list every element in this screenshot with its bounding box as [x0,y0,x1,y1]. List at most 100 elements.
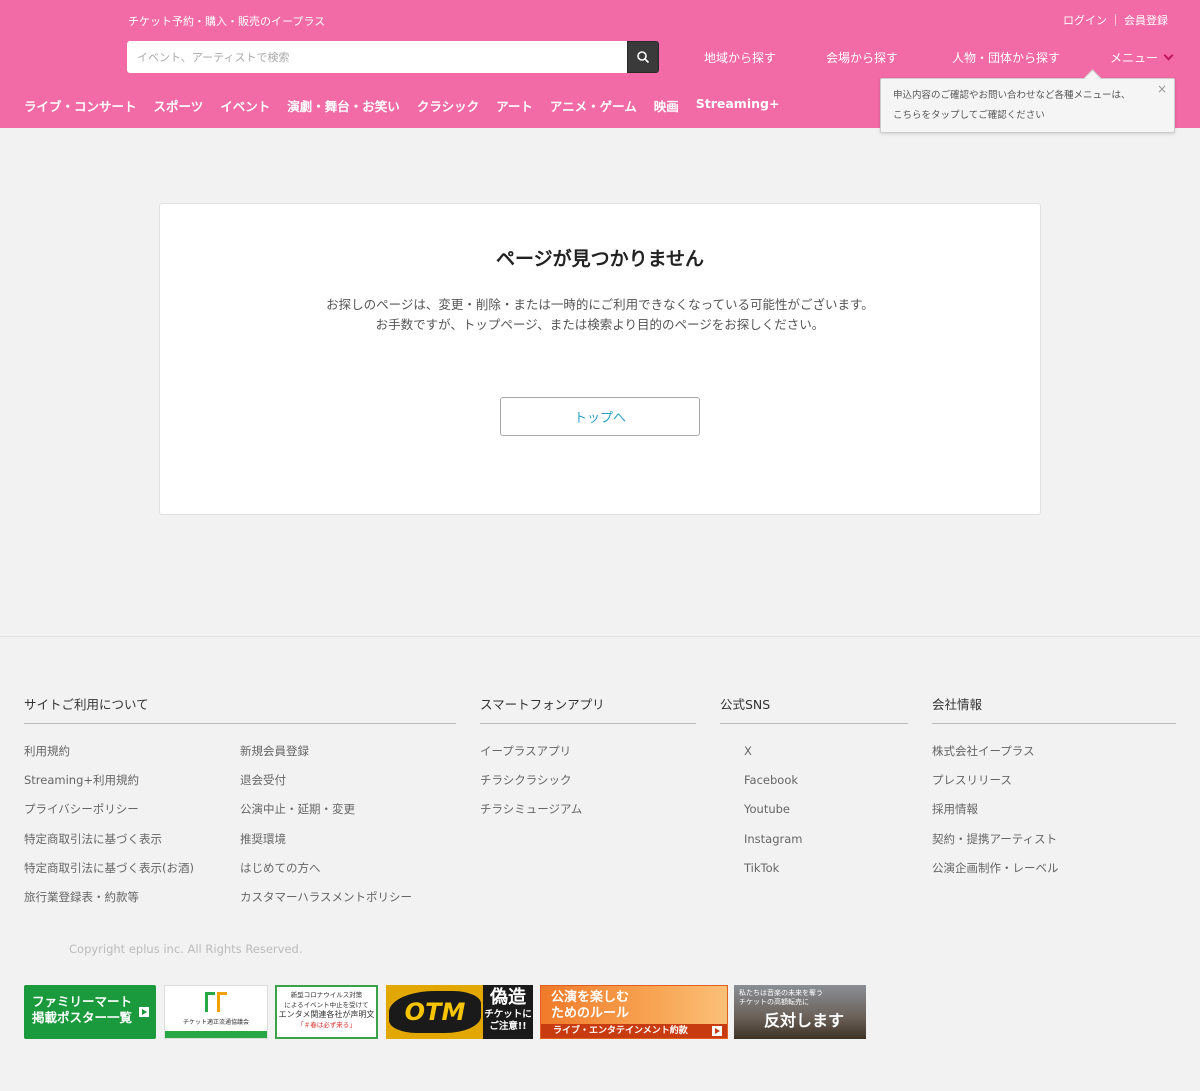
anti-resale-banner[interactable]: 私たちは音楽の未来を奪う チケットの高額転売に 反対します [734,985,866,1039]
category-classic[interactable]: クラシック [417,96,479,115]
footer-site-usage: サイトご利用について 利用規約 Streaming+利用規約 プライバシーポリシ… [24,694,456,918]
category-event[interactable]: イベント [220,96,270,115]
nav-region[interactable]: 地域から探す [704,49,776,66]
familymart-line2: 掲載ポスター一覧 [32,1010,133,1025]
footer-link-environment[interactable]: 推奨環境 [240,831,412,860]
footer-link-streaming-terms[interactable]: Streaming+利用規約 [24,772,240,801]
search-input[interactable] [127,41,627,73]
footer-link-instagram[interactable]: Instagram [744,831,908,860]
footer-heading-apps: スマートフォンアプリ [480,694,696,724]
site-usage-list-2: 新規会員登録 退会受付 公演中止・延期・変更 推奨環境 はじめての方へ カスタマ… [240,743,412,918]
footer-link-commerce-law-alcohol[interactable]: 特定商取引法に基づく表示(お酒) [24,860,240,889]
footer-heading-site-usage: サイトご利用について [24,694,456,724]
message-line1: お探しのページは、変更・削除・または一時的にご利用できなくなっている可能性がござ… [326,297,874,312]
footer-link-facebook[interactable]: Facebook [744,772,908,801]
page-title: ページが見つかりません [495,248,705,270]
footer-link-terms[interactable]: 利用規約 [24,743,240,772]
footer-link-withdraw[interactable]: 退会受付 [240,772,412,801]
otm-counterfeit-banner[interactable]: OTM 偽造 チケットに ご注意!! [386,985,533,1039]
footer-link-press[interactable]: プレスリリース [932,772,1176,801]
site-tagline[interactable]: チケット予約・購入・販売のイープラス [128,13,325,29]
nav-menu-label: メニュー [1110,51,1159,65]
chevron-down-icon [1163,50,1174,61]
apps-list: イープラスアプリ チラシクラシック チラシミュージアム [480,743,696,831]
nav-menu[interactable]: メニュー [1110,49,1174,66]
otm-small2: ご注意!! [489,1021,527,1032]
resale-line2: チケットの高額転売に [739,998,809,1006]
category-movie[interactable]: 映画 [654,96,679,115]
rules-line2: ためのルール [551,1006,630,1021]
footer-heading-company: 会社情報 [932,694,1176,724]
resale-text: 私たちは音楽の未来を奪う チケットの高額転売に [739,989,823,1007]
account-links: ログイン 会員登録 [1063,12,1168,28]
menu-tooltip: 申込内容のご確認やお問い合わせなど各種メニューは、 こちらをタップしてご確認くだ… [880,78,1175,133]
login-link[interactable]: ログイン [1063,12,1107,28]
category-nav: ライブ・コンサート スポーツ イベント 演劇・舞台・お笑い クラシック アート … [24,96,796,115]
fair-ticket-text: チケット適正流通協議会 [182,1019,249,1026]
footer-company: 会社情報 株式会社イープラス プレスリリース 採用情報 契約・提携アーティスト … [932,694,1176,889]
otm-big: 偽造 [490,987,526,1008]
not-found-card: ページが見つかりません お探しのページは、変更・削除・または一時的にご利用できな… [159,203,1041,515]
not-found-message: お探しのページは、変更・削除・または一時的にご利用できなくなっている可能性がござ… [160,295,1040,335]
search-bar [127,41,659,73]
company-list: 株式会社イープラス プレスリリース 採用情報 契約・提携アーティスト 公演企画制… [932,743,1176,889]
footer-link-label[interactable]: 公演企画制作・レーベル [932,860,1176,889]
footer-apps: スマートフォンアプリ イープラスアプリ チラシクラシック チラシミュージアム [480,694,696,831]
footer-link-youtube[interactable]: Youtube [744,801,908,830]
familymart-line1: ファミリーマート [32,994,133,1009]
footer-link-eplus-app[interactable]: イープラスアプリ [480,743,696,772]
play-icon [712,1026,722,1036]
resale-line1: 私たちは音楽の未来を奪う [739,989,823,997]
familymart-poster-banner[interactable]: ファミリーマート 掲載ポスター一覧 [24,985,156,1039]
footer-sns: 公式SNS X Facebook Youtube Instagram TikTo… [720,694,908,889]
footer-link-company[interactable]: 株式会社イープラス [932,743,1176,772]
category-anime[interactable]: アニメ・ゲーム [550,96,637,115]
otm-logo: OTM [389,991,481,1033]
message-line2: お手数ですが、トップページ、または検索より目的のページをお探しください。 [375,317,825,332]
rules-line1: 公演を楽しむ [551,990,630,1005]
rules-line3: ライブ・エンタテインメント約款 [541,1024,727,1038]
footer-link-chirashi-museum[interactable]: チラシミュージアム [480,801,696,830]
covid-statement-banner[interactable]: 新型コロナウイルス対策 によるイベント中止を受けて エンタメ関連各社が声明文 「… [275,985,378,1039]
footer-link-recruit[interactable]: 採用情報 [932,801,1176,830]
top-page-button[interactable]: トップへ [500,397,700,436]
footer-link-harassment[interactable]: カスタマーハラスメントポリシー [240,889,412,918]
footer-link-artists[interactable]: 契約・提携アーティスト [932,831,1176,860]
footer-link-tiktok[interactable]: TikTok [744,860,908,889]
rules-banner[interactable]: 公演を楽しむ ためのルール ライブ・エンタテインメント約款 [540,985,728,1039]
link-divider [1115,14,1116,26]
fair-ticket-banner[interactable]: チケット適正流通協議会 [164,985,268,1039]
register-link[interactable]: 会員登録 [1124,12,1168,28]
resale-big: 反対します [764,1011,845,1030]
play-icon [139,1007,149,1017]
nav-venue[interactable]: 会場から探す [826,49,898,66]
fair-ticket-bar [165,1031,267,1038]
footer-link-x[interactable]: X [744,743,908,772]
covid-line4: 「＃春は必ず来る」 [297,1021,356,1029]
nav-people[interactable]: 人物・団体から探す [952,49,1060,66]
otm-warning: 偽造 チケットに ご注意!! [483,985,533,1039]
category-sports[interactable]: スポーツ [154,96,204,115]
otm-small1: チケットに [484,1009,532,1020]
covid-line1: 新型コロナウイルス対策 [290,991,363,999]
site-usage-list-1: 利用規約 Streaming+利用規約 プライバシーポリシー 特定商取引法に基づ… [24,743,240,918]
covid-line2: によるイベント中止を受けて [284,1001,369,1009]
category-art[interactable]: アート [496,96,533,115]
footer-link-commerce-law[interactable]: 特定商取引法に基づく表示 [24,831,240,860]
tooltip-line2: こちらをタップしてご確認ください [893,110,1045,121]
footer-link-travel[interactable]: 旅行業登録表・約款等 [24,889,240,918]
footer-heading-sns: 公式SNS [720,694,908,724]
footer-link-new-member[interactable]: 新規会員登録 [240,743,412,772]
category-theater[interactable]: 演劇・舞台・お笑い [287,96,400,115]
category-streaming[interactable]: Streaming+ [696,96,780,115]
search-icon [637,51,650,64]
search-button[interactable] [627,41,659,73]
footer-link-privacy[interactable]: プライバシーポリシー [24,801,240,830]
fair-ticket-logo [205,992,229,1012]
footer-link-cancellation[interactable]: 公演中止・延期・変更 [240,801,412,830]
category-live[interactable]: ライブ・コンサート [24,96,137,115]
tooltip-line1: 申込内容のご確認やお問い合わせなど各種メニューは、 [893,90,1131,101]
footer-link-chirashi-classic[interactable]: チラシクラシック [480,772,696,801]
footer-link-first-time[interactable]: はじめての方へ [240,860,412,889]
close-icon[interactable]: × [1157,81,1167,97]
